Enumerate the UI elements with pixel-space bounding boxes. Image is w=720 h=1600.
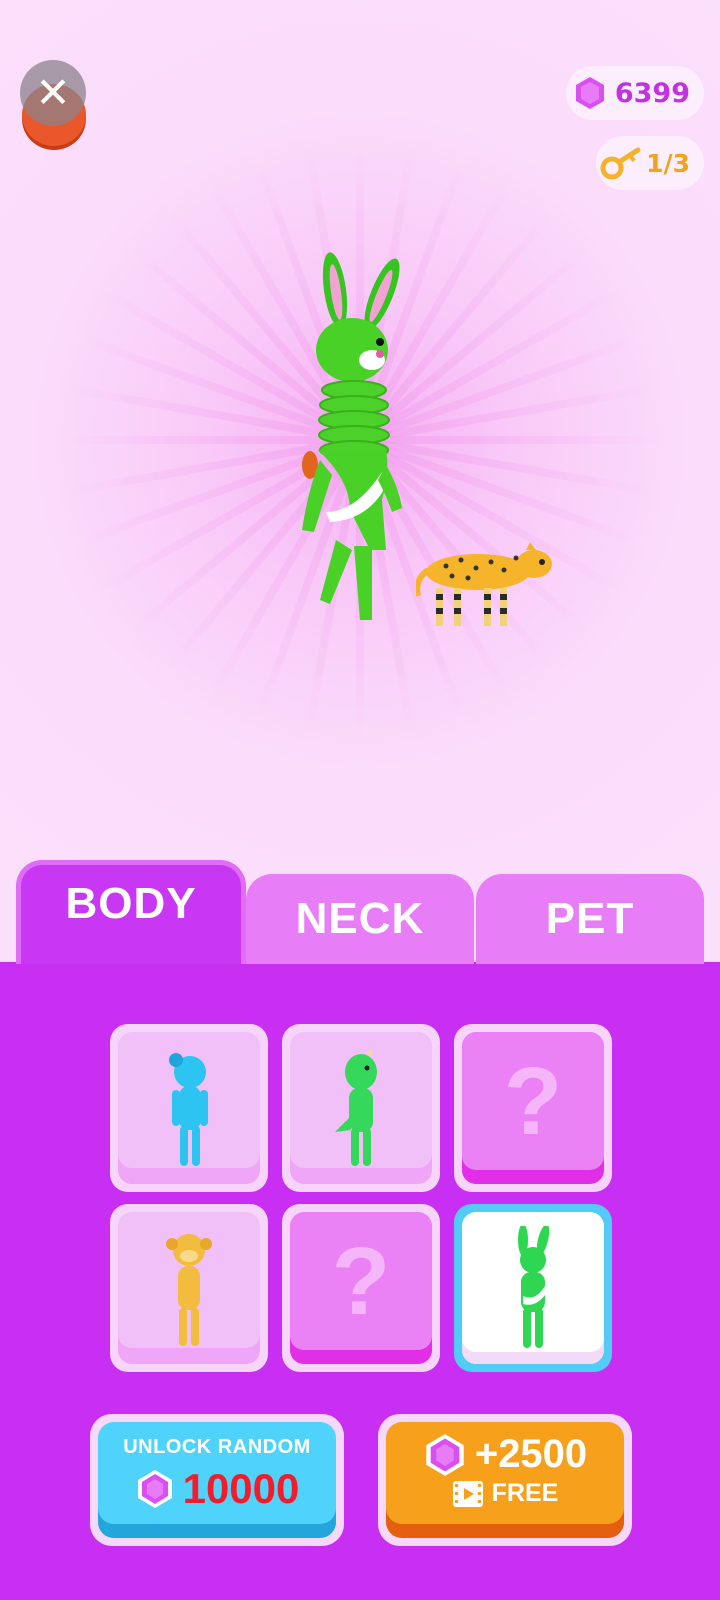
tab-body-label: BODY xyxy=(65,878,197,928)
gems-count: 6399 xyxy=(614,77,690,109)
tab-body[interactable]: BODY xyxy=(16,860,246,964)
pet-cheetah xyxy=(416,542,552,626)
video-icon xyxy=(452,1480,483,1507)
tab-pet[interactable]: PET xyxy=(476,874,704,964)
skin-card-green-bunny[interactable] xyxy=(454,1204,612,1372)
unlock-random-label: UNLOCK RANDOM xyxy=(123,1436,311,1458)
skin-card-locked[interactable]: ? xyxy=(454,1024,612,1192)
skin-figure-green-bunny xyxy=(518,1226,550,1348)
keys-count: 1/3 xyxy=(646,148,690,178)
skin-figure-yellow-monkey xyxy=(166,1234,212,1346)
free-label: FREE xyxy=(491,1479,559,1507)
tab-neck-label: NECK xyxy=(295,894,425,943)
unlock-random-cost: 10000 xyxy=(182,1465,300,1512)
keys-counter: 1/3 xyxy=(596,136,704,190)
skin-card-green-dino[interactable] xyxy=(282,1024,440,1192)
locked-question-mark: ? xyxy=(331,1228,391,1335)
free-gems-amount: +2500 xyxy=(474,1432,588,1476)
gem-icon xyxy=(575,77,604,109)
key-icon xyxy=(600,147,641,180)
skin-figure-green-dino xyxy=(335,1048,377,1166)
unlock-random-button[interactable]: UNLOCK RANDOM 10000 xyxy=(90,1414,344,1546)
skin-figure-blue-girl xyxy=(169,1053,208,1166)
gems-counter: 6399 xyxy=(566,66,704,120)
close-button[interactable]: ✕ xyxy=(20,60,88,152)
tab-neck[interactable]: NECK xyxy=(246,874,474,964)
tab-pet-label: PET xyxy=(545,894,635,943)
free-gems-video-button[interactable]: +2500 FREE xyxy=(378,1414,632,1546)
gem-icon xyxy=(137,1470,172,1508)
locked-question-mark: ? xyxy=(503,1048,563,1155)
close-icon: ✕ xyxy=(20,60,86,126)
skin-card-blue-girl[interactable] xyxy=(110,1024,268,1192)
skin-card-locked[interactable]: ? xyxy=(282,1204,440,1372)
character-green-bunny xyxy=(302,252,402,620)
skin-card-yellow-monkey[interactable] xyxy=(110,1204,268,1372)
gem-icon xyxy=(426,1433,464,1476)
